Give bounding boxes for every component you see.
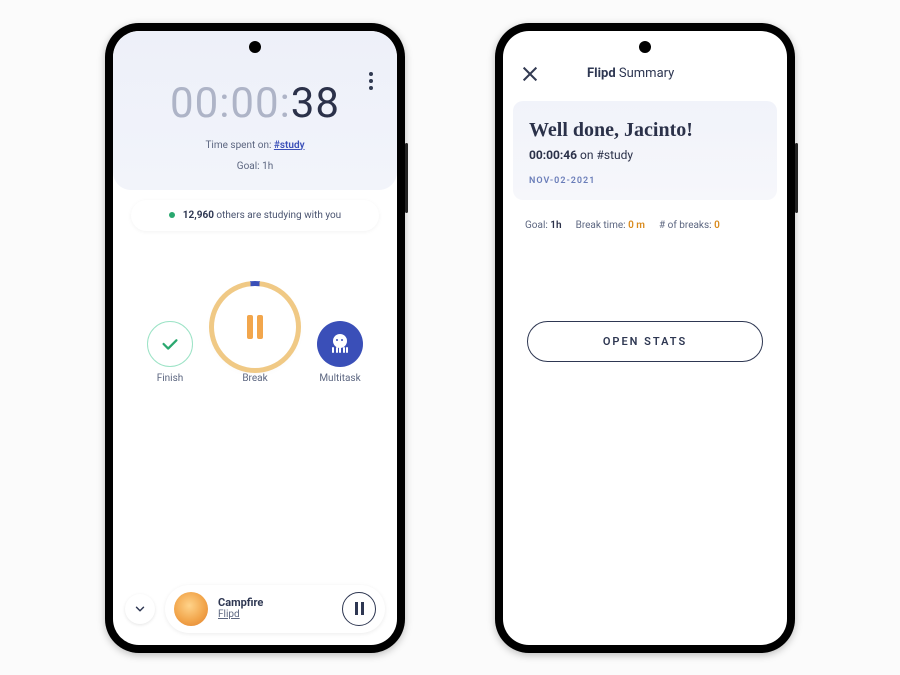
screen-summary: Flipd Summary Well done, Jacinto! 00:00:… bbox=[503, 31, 787, 645]
break-label: Break bbox=[242, 373, 267, 384]
break-count-value: 0 bbox=[714, 220, 720, 231]
multitask-button[interactable] bbox=[317, 321, 363, 367]
check-icon bbox=[159, 333, 181, 355]
open-stats-button[interactable]: OPEN STATS bbox=[527, 321, 763, 362]
octopus-icon bbox=[329, 333, 351, 355]
app-title-rest: Summary bbox=[616, 66, 675, 81]
track-title: Campfire bbox=[218, 596, 332, 609]
summary-date: NOV-02-2021 bbox=[529, 176, 761, 186]
phone-left: 00:00:38 Time spent on: #study Goal: 1h … bbox=[105, 23, 405, 653]
finish-control: Finish bbox=[147, 321, 193, 384]
camera-hole bbox=[639, 41, 651, 53]
pause-bar-icon bbox=[361, 602, 364, 615]
track-info: Campfire Flipd bbox=[218, 596, 332, 621]
break-count-stat: # of breaks: 0 bbox=[659, 220, 720, 231]
pause-icon bbox=[247, 315, 263, 339]
multitask-control: Multitask bbox=[317, 321, 363, 384]
break-count-label: # of breaks: bbox=[659, 220, 712, 231]
app-title: Flipd Summary bbox=[587, 66, 674, 81]
goal-caption: Goal: 1h bbox=[131, 161, 379, 172]
goal-label: Goal: bbox=[525, 220, 548, 231]
timer-display: 00:00:38 bbox=[131, 79, 379, 128]
pause-bar-icon bbox=[355, 602, 358, 615]
studying-pill[interactable]: 12,960 others are studying with you bbox=[131, 200, 379, 231]
collapse-button[interactable] bbox=[125, 594, 155, 624]
multitask-label: Multitask bbox=[319, 373, 360, 384]
duration-suffix: on #study bbox=[577, 148, 633, 162]
congrats-heading: Well done, Jacinto! bbox=[529, 119, 761, 142]
timer-header: 00:00:38 Time spent on: #study Goal: 1h bbox=[113, 31, 397, 190]
summary-card: Well done, Jacinto! 00:00:46 on #study N… bbox=[513, 101, 777, 200]
timer-hours-minutes: 00:00: bbox=[170, 79, 291, 128]
timer-seconds: 38 bbox=[291, 79, 340, 128]
studying-suffix: others are studying with you bbox=[214, 210, 341, 221]
player-card[interactable]: Campfire Flipd bbox=[165, 585, 385, 633]
player-pause-button[interactable] bbox=[342, 592, 376, 626]
camera-hole bbox=[249, 41, 261, 53]
chevron-down-icon bbox=[133, 602, 147, 616]
duration-value: 00:00:46 bbox=[529, 148, 577, 162]
close-icon[interactable] bbox=[521, 65, 539, 83]
summary-stats-row: Goal: 1h Break time: 0 m # of breaks: 0 bbox=[525, 220, 765, 231]
kebab-menu-icon[interactable] bbox=[361, 69, 381, 93]
goal-stat: Goal: 1h bbox=[525, 220, 562, 231]
break-control: Break bbox=[215, 287, 295, 384]
phone-right: Flipd Summary Well done, Jacinto! 00:00:… bbox=[495, 23, 795, 653]
break-time-label: Break time: bbox=[576, 220, 626, 231]
studying-text: 12,960 others are studying with you bbox=[183, 210, 341, 221]
goal-value: 1h bbox=[550, 220, 561, 231]
app-title-bold: Flipd bbox=[587, 66, 616, 81]
studying-count: 12,960 bbox=[183, 210, 214, 221]
track-artist[interactable]: Flipd bbox=[218, 609, 332, 621]
break-time-stat: Break time: 0 m bbox=[576, 220, 645, 231]
time-spent-prefix: Time spent on: bbox=[205, 140, 273, 151]
online-dot-icon bbox=[169, 212, 175, 218]
track-cover-icon bbox=[174, 592, 208, 626]
time-spent-caption: Time spent on: #study bbox=[131, 140, 379, 151]
break-button[interactable] bbox=[215, 287, 295, 367]
break-time-value: 0 m bbox=[628, 220, 645, 231]
finish-button[interactable] bbox=[147, 321, 193, 367]
screen-timer: 00:00:38 Time spent on: #study Goal: 1h … bbox=[113, 31, 397, 645]
finish-label: Finish bbox=[157, 373, 184, 384]
duration-line: 00:00:46 on #study bbox=[529, 148, 761, 162]
session-controls: Finish Break Multitask bbox=[113, 287, 397, 384]
tag-link[interactable]: #study bbox=[274, 140, 305, 151]
audio-player: Campfire Flipd bbox=[125, 585, 385, 633]
